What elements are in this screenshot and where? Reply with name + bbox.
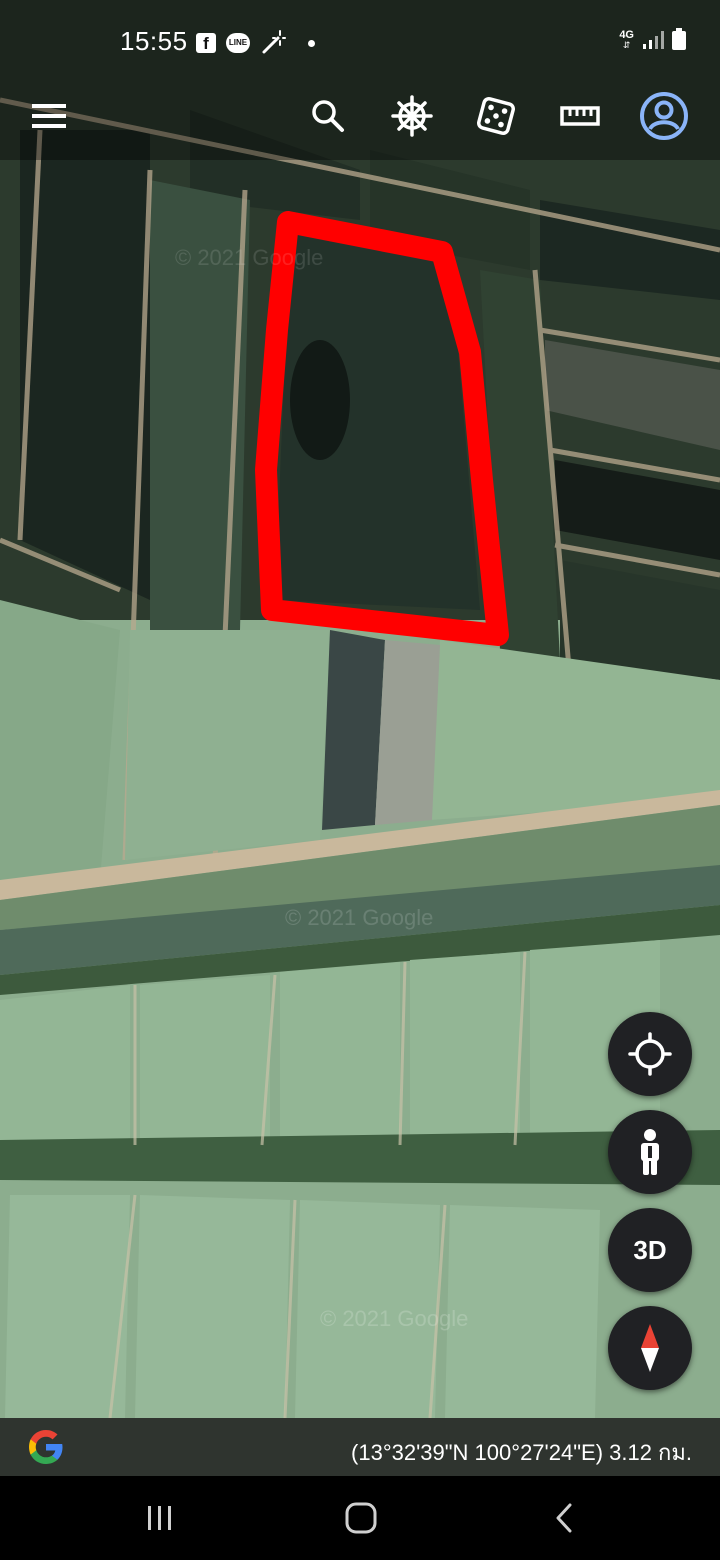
3d-label: 3D <box>633 1234 667 1265</box>
voyager-button[interactable] <box>382 86 442 146</box>
menu-button[interactable] <box>19 86 79 146</box>
measure-button[interactable] <box>550 86 610 146</box>
search-button[interactable] <box>298 86 358 146</box>
pegman-icon <box>641 1129 659 1175</box>
status-system-icons: 4G ⇵ <box>619 28 686 50</box>
menu-icon <box>32 104 66 128</box>
battery-icon <box>672 28 686 50</box>
satellite-map[interactable]: © 2021 Google © 2021 Google © 2021 Googl… <box>0 0 720 1560</box>
screen: © 2021 Google © 2021 Google © 2021 Googl… <box>0 0 720 1560</box>
home-icon <box>345 1502 377 1534</box>
account-icon <box>640 92 688 140</box>
my-location-icon <box>628 1032 672 1076</box>
home-button[interactable] <box>331 1498 391 1538</box>
measure-ruler-icon <box>560 106 600 126</box>
compass-button[interactable] <box>608 1306 692 1390</box>
info-bar: (13°32'39"N 100°27'24"E) 3.12 กม. <box>0 1418 720 1476</box>
magic-wand-icon <box>262 30 286 54</box>
random-button[interactable] <box>466 86 526 146</box>
account-button[interactable] <box>634 86 694 146</box>
recent-apps-button[interactable] <box>130 1498 190 1538</box>
map-watermark: © 2021 Google <box>175 245 323 270</box>
back-button[interactable] <box>534 1498 594 1538</box>
line-icon: LINE <box>226 33 250 53</box>
map-watermark: © 2021 Google <box>285 905 433 930</box>
signal-icon <box>643 31 664 49</box>
notification-dot-icon <box>308 39 315 47</box>
search-icon <box>312 100 344 132</box>
earth-toolbar <box>0 72 720 160</box>
status-notifications: f LINE <box>196 30 315 56</box>
street-view-button[interactable] <box>608 1110 692 1194</box>
facebook-icon: f <box>196 33 216 53</box>
voyager-wheel-icon <box>391 95 433 137</box>
coordinates-readout: (13°32'39"N 100°27'24"E) 3.12 กม. <box>351 1440 692 1465</box>
google-g-logo <box>29 1430 63 1464</box>
compass-icon <box>641 1324 659 1372</box>
map-watermark: © 2021 Google <box>320 1306 468 1331</box>
my-location-button[interactable] <box>608 1012 692 1096</box>
random-dice-icon <box>477 97 515 135</box>
3d-toggle-button[interactable]: 3D <box>608 1208 692 1292</box>
back-icon <box>556 1503 572 1533</box>
status-bar: 15:55 f LINE 4G ⇵ <box>0 0 720 72</box>
navigation-bar <box>0 1476 720 1560</box>
recent-apps-icon <box>148 1506 171 1530</box>
status-time: 15:55 <box>120 26 188 56</box>
network-type: 4G ⇵ <box>619 29 634 50</box>
